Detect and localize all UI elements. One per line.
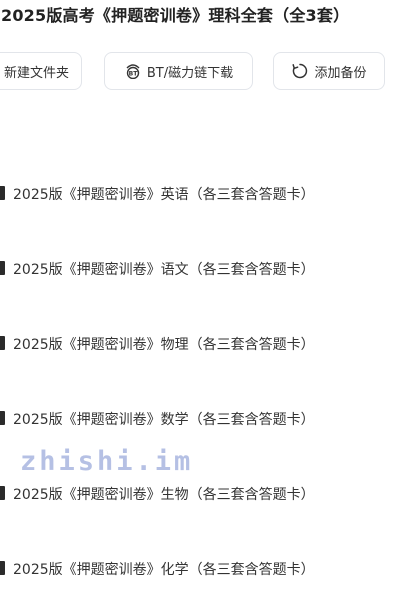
file-name: 2025版《押题密训卷》物理（各三套含答题卡） bbox=[13, 337, 315, 353]
bt-download-button[interactable]: BT BT/磁力链下载 bbox=[104, 52, 253, 90]
list-item[interactable]: 2025版《押题密训卷》生物（各三套含答题卡） bbox=[0, 478, 419, 508]
file-name: 2025版《押题密训卷》语文（各三套含答题卡） bbox=[13, 262, 315, 278]
file-name: 2025版《押题密训卷》数学（各三套含答题卡） bbox=[13, 412, 315, 428]
list-item[interactable]: 2025版《押题密训卷》数学（各三套含答题卡） bbox=[0, 403, 419, 433]
bt-download-label: BT/磁力链下载 bbox=[146, 65, 234, 81]
file-name: 2025版《押题密训卷》生物（各三套含答题卡） bbox=[13, 487, 315, 503]
watermark: zhishi.im bbox=[20, 446, 194, 477]
list-item[interactable]: 2025版《押题密训卷》化学（各三套含答题卡） bbox=[0, 553, 419, 583]
file-icon bbox=[0, 186, 5, 200]
file-icon bbox=[0, 261, 5, 275]
list-item[interactable]: 2025版《押题密训卷》语文（各三套含答题卡） bbox=[0, 253, 419, 283]
file-icon bbox=[0, 411, 5, 425]
refresh-icon bbox=[291, 62, 309, 80]
svg-text:BT: BT bbox=[129, 70, 139, 77]
new-folder-label: 新建文件夹 bbox=[3, 65, 69, 81]
new-folder-button[interactable]: 新建文件夹 bbox=[0, 52, 82, 90]
list-item[interactable]: 2025版《押题密训卷》英语（各三套含答题卡） bbox=[0, 178, 419, 208]
bt-icon: BT bbox=[124, 63, 142, 79]
file-icon bbox=[0, 561, 5, 575]
toolbar: 新建文件夹 BT BT/磁力链下载 添加备份 bbox=[0, 0, 419, 100]
file-icon bbox=[0, 486, 5, 500]
file-name: 2025版《押题密训卷》英语（各三套含答题卡） bbox=[13, 187, 315, 203]
add-backup-label: 添加备份 bbox=[314, 65, 367, 81]
list-item[interactable]: 2025版《押题密训卷》物理（各三套含答题卡） bbox=[0, 328, 419, 358]
file-name: 2025版《押题密训卷》化学（各三套含答题卡） bbox=[13, 562, 315, 578]
file-icon bbox=[0, 336, 5, 350]
page: 2025版高考《押题密训卷》理科全套（全3套） 新建文件夹 BT BT/磁力链下… bbox=[0, 0, 419, 603]
add-backup-button[interactable]: 添加备份 bbox=[273, 52, 385, 90]
